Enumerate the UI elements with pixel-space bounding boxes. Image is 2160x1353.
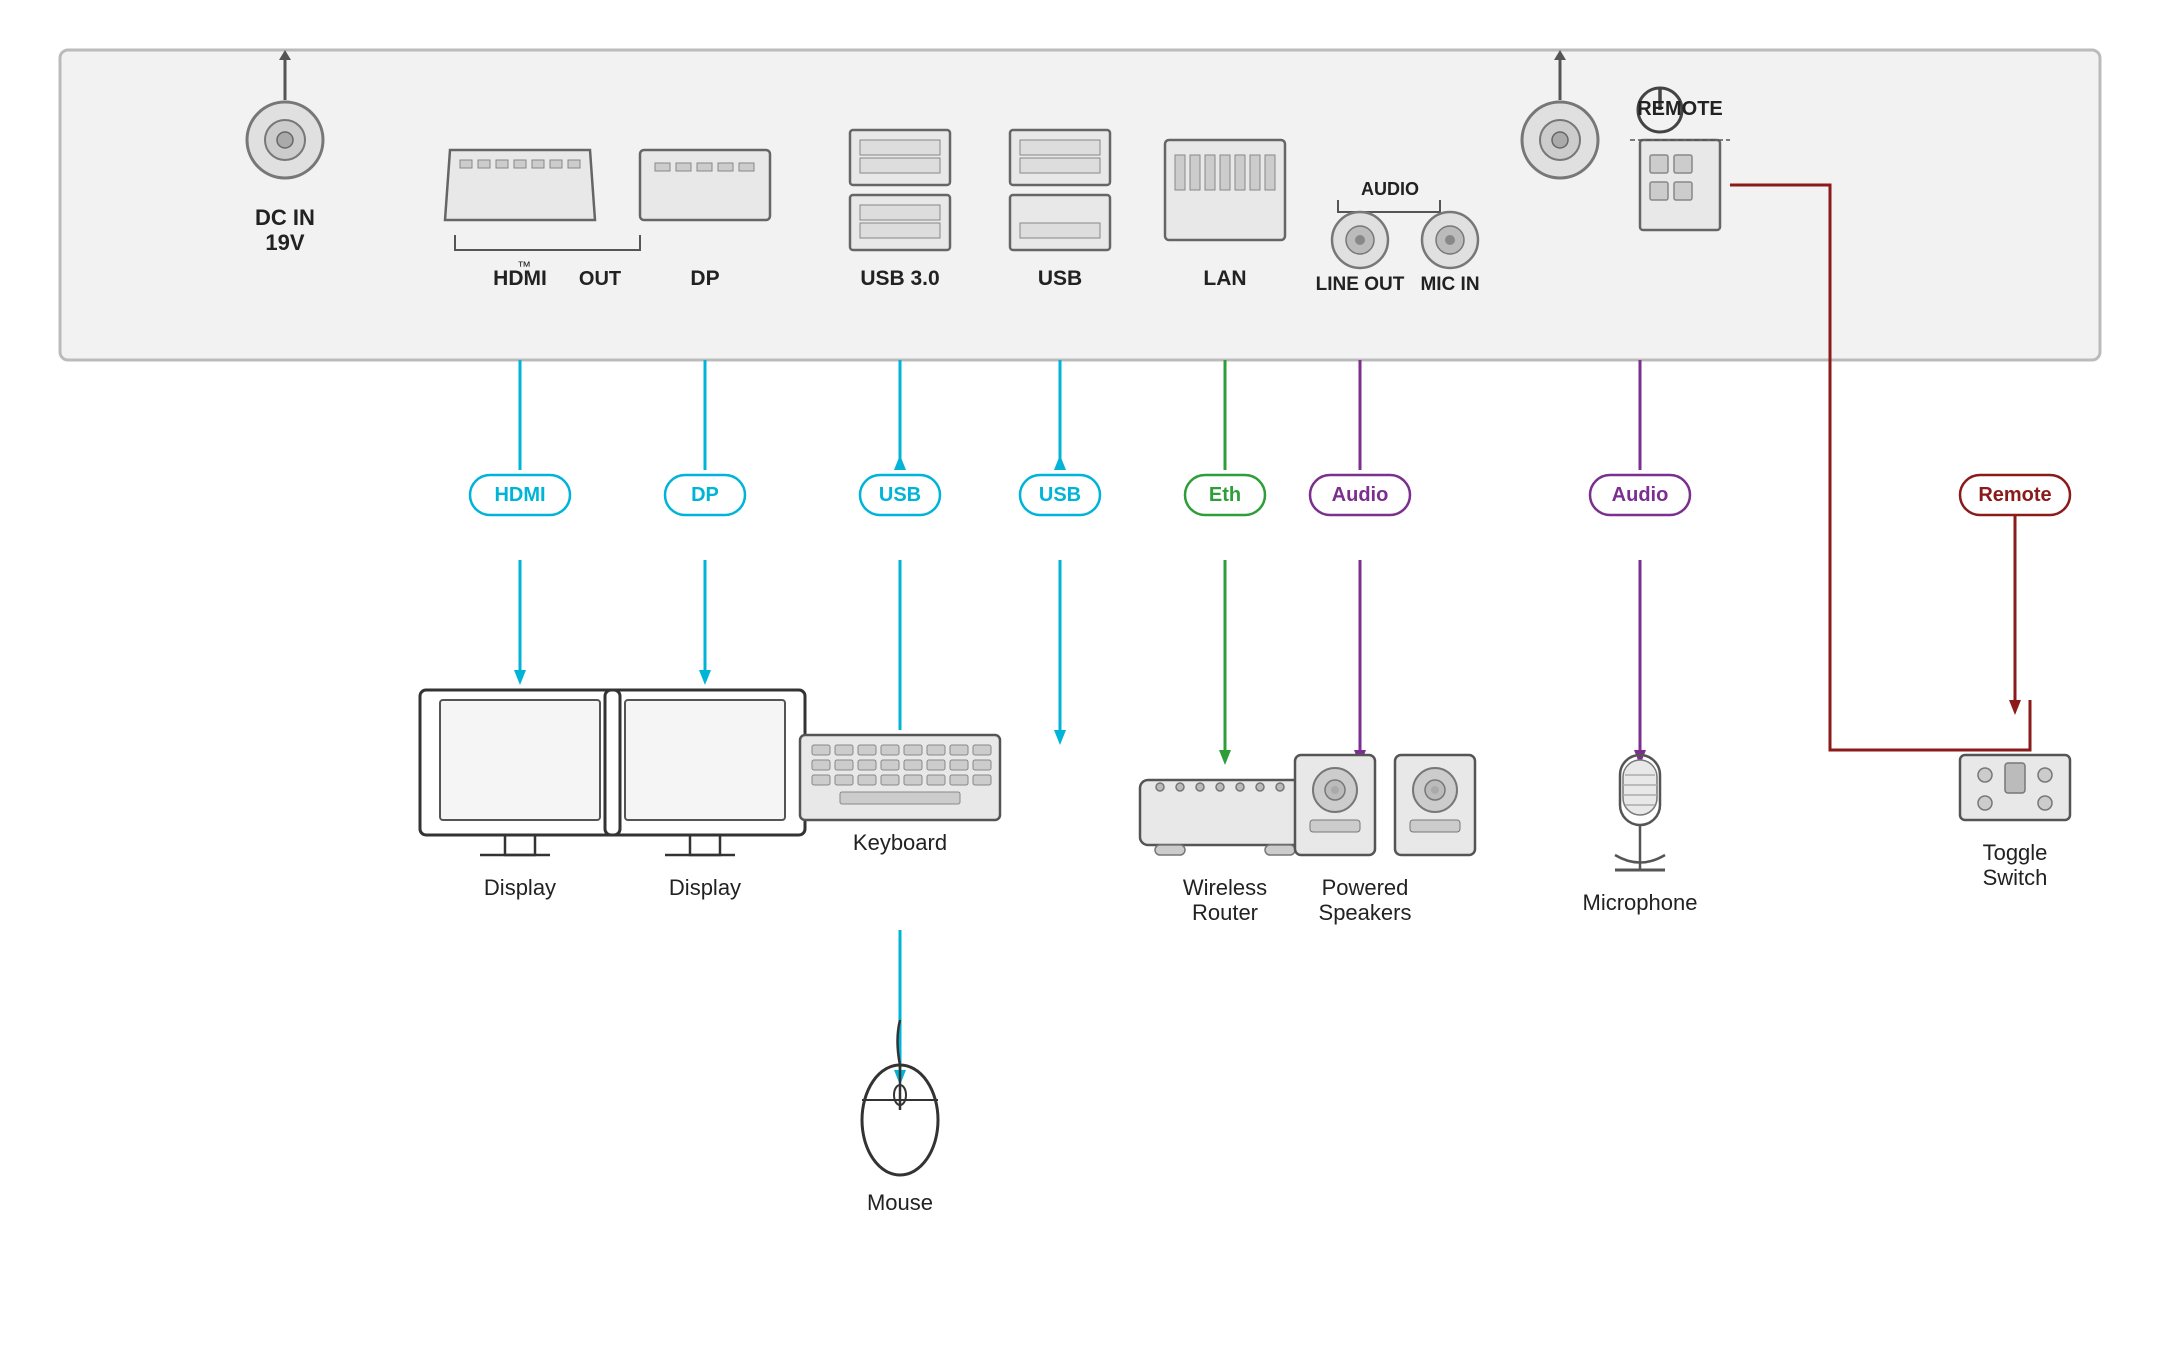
svg-text:™: ™: [517, 258, 531, 274]
label-usb1: USB: [879, 484, 921, 506]
device-toggle-switch-2: Switch: [1983, 865, 2048, 890]
label-remote: Remote: [1978, 484, 2051, 506]
svg-text:LINE OUT: LINE OUT: [1316, 274, 1405, 295]
device-microphone: Microphone: [1583, 890, 1698, 915]
device-keyboard: Keyboard: [853, 830, 947, 855]
svg-text:DP: DP: [690, 267, 719, 290]
svg-text:DC IN: DC IN: [255, 205, 315, 230]
svg-text:REMOTE: REMOTE: [1637, 98, 1723, 120]
svg-text:AUDIO: AUDIO: [1361, 179, 1419, 199]
device-toggle-switch: Toggle: [1983, 840, 2048, 865]
label-audio2: Audio: [1612, 484, 1669, 506]
svg-text:USB: USB: [1038, 267, 1082, 290]
device-display2: Display: [669, 875, 741, 900]
svg-text:19V: 19V: [265, 230, 304, 255]
label-audio1: Audio: [1332, 484, 1389, 506]
label-usb2: USB: [1039, 484, 1081, 506]
label-hdmi: HDMI: [494, 484, 545, 506]
device-display1: Display: [484, 875, 556, 900]
label-eth: Eth: [1209, 484, 1241, 506]
label-dp: DP: [691, 484, 719, 506]
svg-text:USB 3.0: USB 3.0: [860, 267, 939, 290]
device-wireless-router-2: Router: [1192, 900, 1258, 925]
device-wireless-router: Wireless: [1183, 875, 1267, 900]
svg-text:LAN: LAN: [1203, 267, 1246, 290]
svg-text:OUT: OUT: [579, 268, 621, 290]
device-powered-speakers: Powered: [1322, 875, 1409, 900]
svg-text:MIC IN: MIC IN: [1420, 274, 1479, 295]
device-powered-speakers-2: Speakers: [1319, 900, 1412, 925]
device-mouse: Mouse: [867, 1190, 933, 1215]
